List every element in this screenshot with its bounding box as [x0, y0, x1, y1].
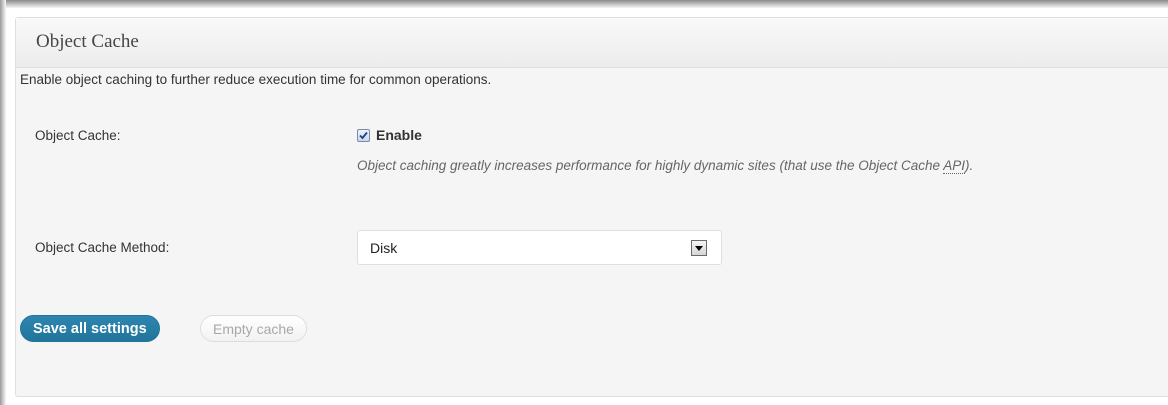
enable-option[interactable]: Enable	[357, 127, 422, 143]
checkmark-icon	[359, 131, 368, 139]
enable-label[interactable]: Enable	[376, 127, 422, 143]
dropdown-arrow-icon[interactable]	[691, 240, 707, 256]
panel-header: Object Cache	[16, 18, 1168, 68]
window-shadow-left	[0, 0, 6, 405]
help-text-part2: ).	[965, 158, 974, 173]
empty-cache-button[interactable]: Empty cache	[200, 315, 307, 342]
window-shadow-top	[0, 0, 1168, 8]
enable-checkbox[interactable]	[357, 128, 370, 142]
help-text-part1: Object caching greatly increases perform…	[357, 158, 944, 173]
save-all-settings-button[interactable]: Save all settings	[20, 315, 160, 342]
object-cache-method-label: Object Cache Method:	[35, 240, 170, 255]
object-cache-method-select[interactable]: Disk	[357, 230, 722, 265]
api-abbr: API	[943, 158, 966, 174]
selected-method: Disk	[370, 239, 398, 256]
object-cache-label: Object Cache:	[35, 128, 121, 143]
panel-description: Enable object caching to further reduce …	[20, 72, 492, 87]
panel-title: Object Cache	[36, 31, 139, 52]
object-cache-help: Object caching greatly increases perform…	[357, 153, 1077, 179]
